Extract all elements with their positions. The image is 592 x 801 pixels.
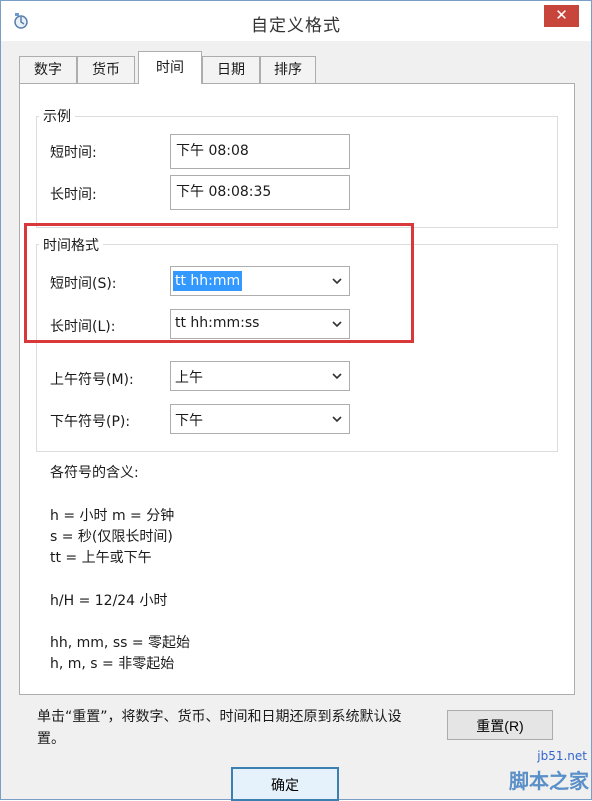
highlight-annotation: [24, 223, 414, 343]
example-long-label: 长时间:: [50, 187, 97, 203]
legend-line: h/H = 12/24 小时: [50, 593, 168, 609]
example-long-value: 下午 08:08:35: [170, 175, 350, 210]
reset-button[interactable]: 重置(R): [447, 710, 553, 740]
example-group-title: 示例: [39, 106, 75, 126]
pm-symbol-label: 下午符号(P):: [50, 414, 131, 430]
legend-line: tt = 上午或下午: [50, 550, 152, 566]
example-short-value: 下午 08:08: [170, 134, 350, 169]
pm-symbol-combo[interactable]: 下午: [170, 404, 350, 434]
legend-line: hh, mm, ss = 零起始: [50, 635, 191, 651]
example-short-label: 短时间:: [50, 145, 97, 161]
legend-title: 各符号的含义:: [50, 465, 139, 481]
tab-sort[interactable]: 排序: [260, 56, 316, 83]
am-symbol-value: 上午: [175, 370, 203, 386]
am-symbol-label: 上午符号(M):: [50, 372, 134, 388]
legend-line: h, m, s = 非零起始: [50, 656, 175, 672]
title-bar: 自定义格式 ✕: [1, 1, 591, 41]
close-icon: ✕: [555, 7, 568, 24]
reset-note-line2: 置。: [37, 731, 65, 747]
window-title: 自定义格式: [251, 16, 341, 36]
watermark-text: 脚本之家: [509, 769, 589, 793]
chevron-down-icon: [332, 373, 342, 380]
chevron-down-icon: [332, 416, 342, 423]
legend-line: h = 小时 m = 分钟: [50, 508, 175, 524]
legend-line: s = 秒(仅限长时间): [50, 529, 173, 545]
pm-symbol-value: 下午: [175, 413, 203, 429]
watermark-url: jb51.net: [537, 749, 587, 763]
reset-note-line1: 单击“重置”，将数字、货币、时间和日期还原到系统默认设: [37, 709, 402, 725]
example-group: [36, 116, 558, 228]
am-symbol-combo[interactable]: 上午: [170, 361, 350, 391]
tab-date[interactable]: 日期: [202, 56, 260, 83]
tab-currency[interactable]: 货币: [77, 56, 135, 83]
ok-button[interactable]: 确定: [231, 767, 339, 801]
tab-time[interactable]: 时间: [138, 51, 202, 84]
close-button[interactable]: ✕: [544, 5, 579, 27]
tab-panel-time: 示例 短时间: 下午 08:08 长时间: 下午 08:08:35 时间格式 短…: [19, 83, 575, 695]
custom-format-dialog: 自定义格式 ✕ 数字 货币 时间 日期 排序 示例 短时间: 下午 08:08 …: [0, 0, 592, 801]
tab-number[interactable]: 数字: [19, 56, 77, 83]
watermark: jb51.net 脚本之家: [486, 749, 592, 801]
